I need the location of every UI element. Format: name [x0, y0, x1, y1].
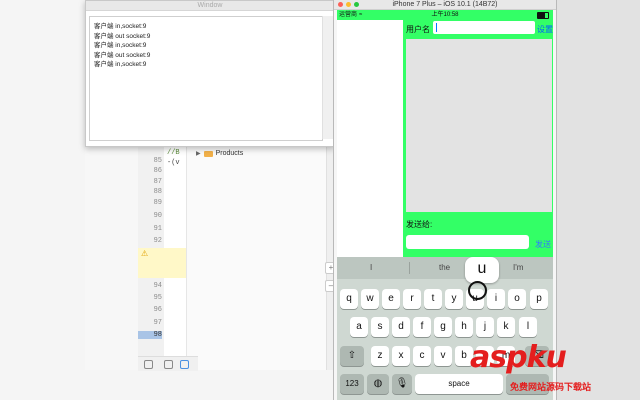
close-icon[interactable]: [338, 2, 343, 7]
globe-icon[interactable]: ◍: [367, 374, 389, 394]
line-number: 89: [153, 199, 162, 207]
key-d[interactable]: d: [392, 317, 410, 337]
message-input[interactable]: [406, 235, 529, 249]
status-bar: 运营商 ≈ 上午10:58: [337, 10, 553, 20]
code-line: -(v: [167, 159, 180, 167]
key-x[interactable]: x: [392, 346, 410, 366]
navigator-item-label: Products: [215, 150, 244, 157]
folder-icon: [203, 150, 213, 157]
line-number: 97: [153, 319, 162, 327]
line-number: 98: [138, 331, 162, 339]
key-popup: u: [465, 257, 499, 283]
key-l[interactable]: l: [519, 317, 537, 337]
log-line: 客户端 out socket:9: [94, 32, 151, 40]
suggestion-item[interactable]: the: [439, 263, 450, 272]
log-line: 客户端 out socket:9: [94, 51, 151, 59]
key-c[interactable]: c: [413, 346, 431, 366]
debug-bar: [138, 356, 198, 371]
code-line: //B: [167, 149, 180, 157]
key-i[interactable]: i: [487, 289, 505, 309]
suggestion-bar: I the I'm: [337, 257, 553, 279]
key-f[interactable]: f: [413, 317, 431, 337]
line-number: 90: [153, 212, 162, 220]
log-line: 客户端 in,socket:9: [94, 61, 147, 68]
key-g[interactable]: g: [434, 317, 452, 337]
navigator-item-products[interactable]: ▶ Products: [196, 150, 243, 157]
send-to-label: 发送给:: [406, 220, 433, 229]
username-label: 用户名: [406, 25, 430, 34]
key-v[interactable]: v: [434, 346, 452, 366]
disclosure-triangle-icon[interactable]: ▶: [196, 150, 201, 157]
desktop-background: [556, 0, 640, 400]
warning-icon[interactable]: ⚠: [141, 249, 148, 258]
log-line: 客户端 in,socket:9: [94, 42, 147, 49]
key-t[interactable]: t: [424, 289, 442, 309]
key-e[interactable]: e: [382, 289, 400, 309]
xcode-left-pane: [85, 145, 138, 370]
divider: [409, 262, 410, 274]
log-line: 客户端 in,socket:9: [94, 23, 147, 30]
key-s[interactable]: s: [371, 317, 389, 337]
watermark-logo: aspku: [470, 340, 567, 375]
code-text: //B -(v: [167, 148, 180, 168]
battery-icon: [537, 12, 549, 19]
watermark-subtitle: 免费网站源码下载站: [510, 382, 592, 392]
space-key[interactable]: space: [415, 374, 503, 394]
shift-icon[interactable]: ⇧: [340, 346, 364, 366]
line-number: 87: [153, 178, 162, 186]
log-output: 客户端 in,socket:9 客户端 out socket:9 客户端 in,…: [89, 16, 323, 141]
document-icon[interactable]: [164, 360, 173, 369]
line-number: 88: [153, 188, 162, 196]
line-number: 86: [153, 167, 162, 175]
keyboard: I the I'm q w e r t y u i o p u a s d f …: [337, 257, 553, 400]
key-z[interactable]: z: [371, 346, 389, 366]
key-a[interactable]: a: [350, 317, 368, 337]
key-q[interactable]: q: [340, 289, 358, 309]
suggestion-item[interactable]: I: [370, 263, 372, 272]
message-display[interactable]: [406, 39, 552, 212]
numbers-key[interactable]: 123: [340, 374, 364, 394]
line-number: 96: [153, 306, 162, 314]
line-number: 85: [153, 157, 162, 165]
line-number: 95: [153, 294, 162, 302]
filter-icon[interactable]: [144, 360, 153, 369]
key-k[interactable]: k: [497, 317, 515, 337]
mic-icon[interactable]: 🎙: [392, 374, 412, 394]
key-o[interactable]: o: [508, 289, 526, 309]
text-caret: [436, 23, 437, 32]
touch-indicator: [468, 281, 487, 300]
set-button[interactable]: 设置: [537, 24, 553, 35]
key-h[interactable]: h: [455, 317, 473, 337]
status-time: 上午10:58: [431, 12, 459, 18]
key-y[interactable]: y: [445, 289, 463, 309]
line-number: 94: [153, 282, 162, 290]
key-p[interactable]: p: [530, 289, 548, 309]
key-j[interactable]: j: [476, 317, 494, 337]
simulator-title-bar: iPhone 7 Plus – iOS 10.1 (14B72): [334, 0, 556, 10]
line-number: 91: [153, 225, 162, 233]
suggestion-item[interactable]: I'm: [513, 263, 523, 272]
username-input[interactable]: [433, 21, 535, 34]
scrollbar[interactable]: [322, 16, 333, 139]
line-number: 92: [153, 237, 162, 245]
zoom-icon[interactable]: [354, 2, 359, 7]
console-icon[interactable]: [180, 360, 189, 369]
send-button[interactable]: 发送: [535, 239, 551, 250]
window-title: Window: [86, 1, 334, 11]
key-w[interactable]: w: [361, 289, 379, 309]
left-panel: [337, 20, 403, 257]
key-r[interactable]: r: [403, 289, 421, 309]
simulator-title: iPhone 7 Plus – iOS 10.1 (14B72): [392, 1, 498, 8]
project-navigator: [186, 145, 327, 370]
console-window: Window 客户端 in,socket:9 客户端 out socket:9 …: [85, 0, 335, 147]
minimize-icon[interactable]: [346, 2, 351, 7]
